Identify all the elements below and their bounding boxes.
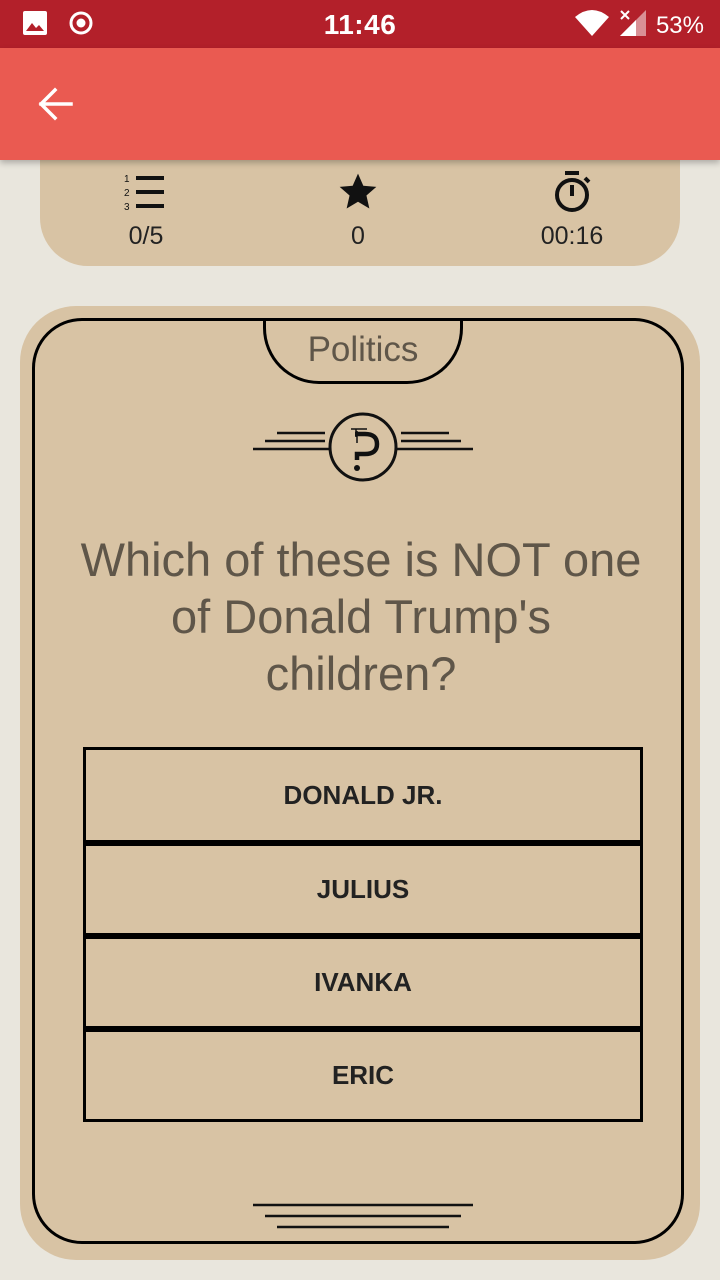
answer-button[interactable]: DONALD JR. — [83, 747, 643, 843]
question-card-border: Politics Which of these is NOT one of Do… — [32, 318, 684, 1244]
question-text: Which of these is NOT one of Donald Trum… — [80, 533, 642, 700]
wifi-icon — [574, 9, 610, 42]
score-stat: 0 — [288, 170, 428, 251]
answer-button[interactable]: IVANKA — [83, 933, 643, 1029]
answer-button[interactable]: JULIUS — [83, 840, 643, 936]
battery-percent: 53% — [655, 11, 704, 39]
status-bar: 11:46 53% — [0, 0, 720, 48]
questions-stat: 1 2 3 0/5 — [76, 170, 216, 251]
svg-text:1: 1 — [124, 174, 130, 185]
timer-stat: 00:16 — [502, 170, 642, 251]
numbered-list-icon: 1 2 3 — [76, 170, 216, 214]
stats-panel: 1 2 3 0/5 0 00:16 — [40, 150, 680, 266]
svg-text:3: 3 — [124, 202, 130, 212]
questions-progress: 0/5 — [128, 222, 164, 250]
answer-button[interactable]: ERIC — [83, 1026, 643, 1122]
svg-text:2: 2 — [124, 188, 130, 199]
timer-value: 00:16 — [540, 222, 604, 250]
category-tab: Politics — [263, 318, 463, 384]
score-value: 0 — [351, 222, 365, 250]
question-card: Politics Which of these is NOT one of Do… — [20, 306, 700, 1260]
signal-icon — [618, 8, 648, 43]
category-label: Politics — [307, 330, 419, 369]
arrow-left-icon — [28, 87, 84, 132]
trivia-logo-icon — [253, 411, 473, 490]
back-button[interactable] — [28, 80, 84, 128]
app-bar — [0, 48, 720, 160]
answers-list: DONALD JR. JULIUS IVANKA ERIC — [83, 747, 643, 1122]
bottom-ornament — [253, 1201, 473, 1238]
stopwatch-icon — [502, 170, 642, 214]
star-icon — [288, 170, 428, 214]
